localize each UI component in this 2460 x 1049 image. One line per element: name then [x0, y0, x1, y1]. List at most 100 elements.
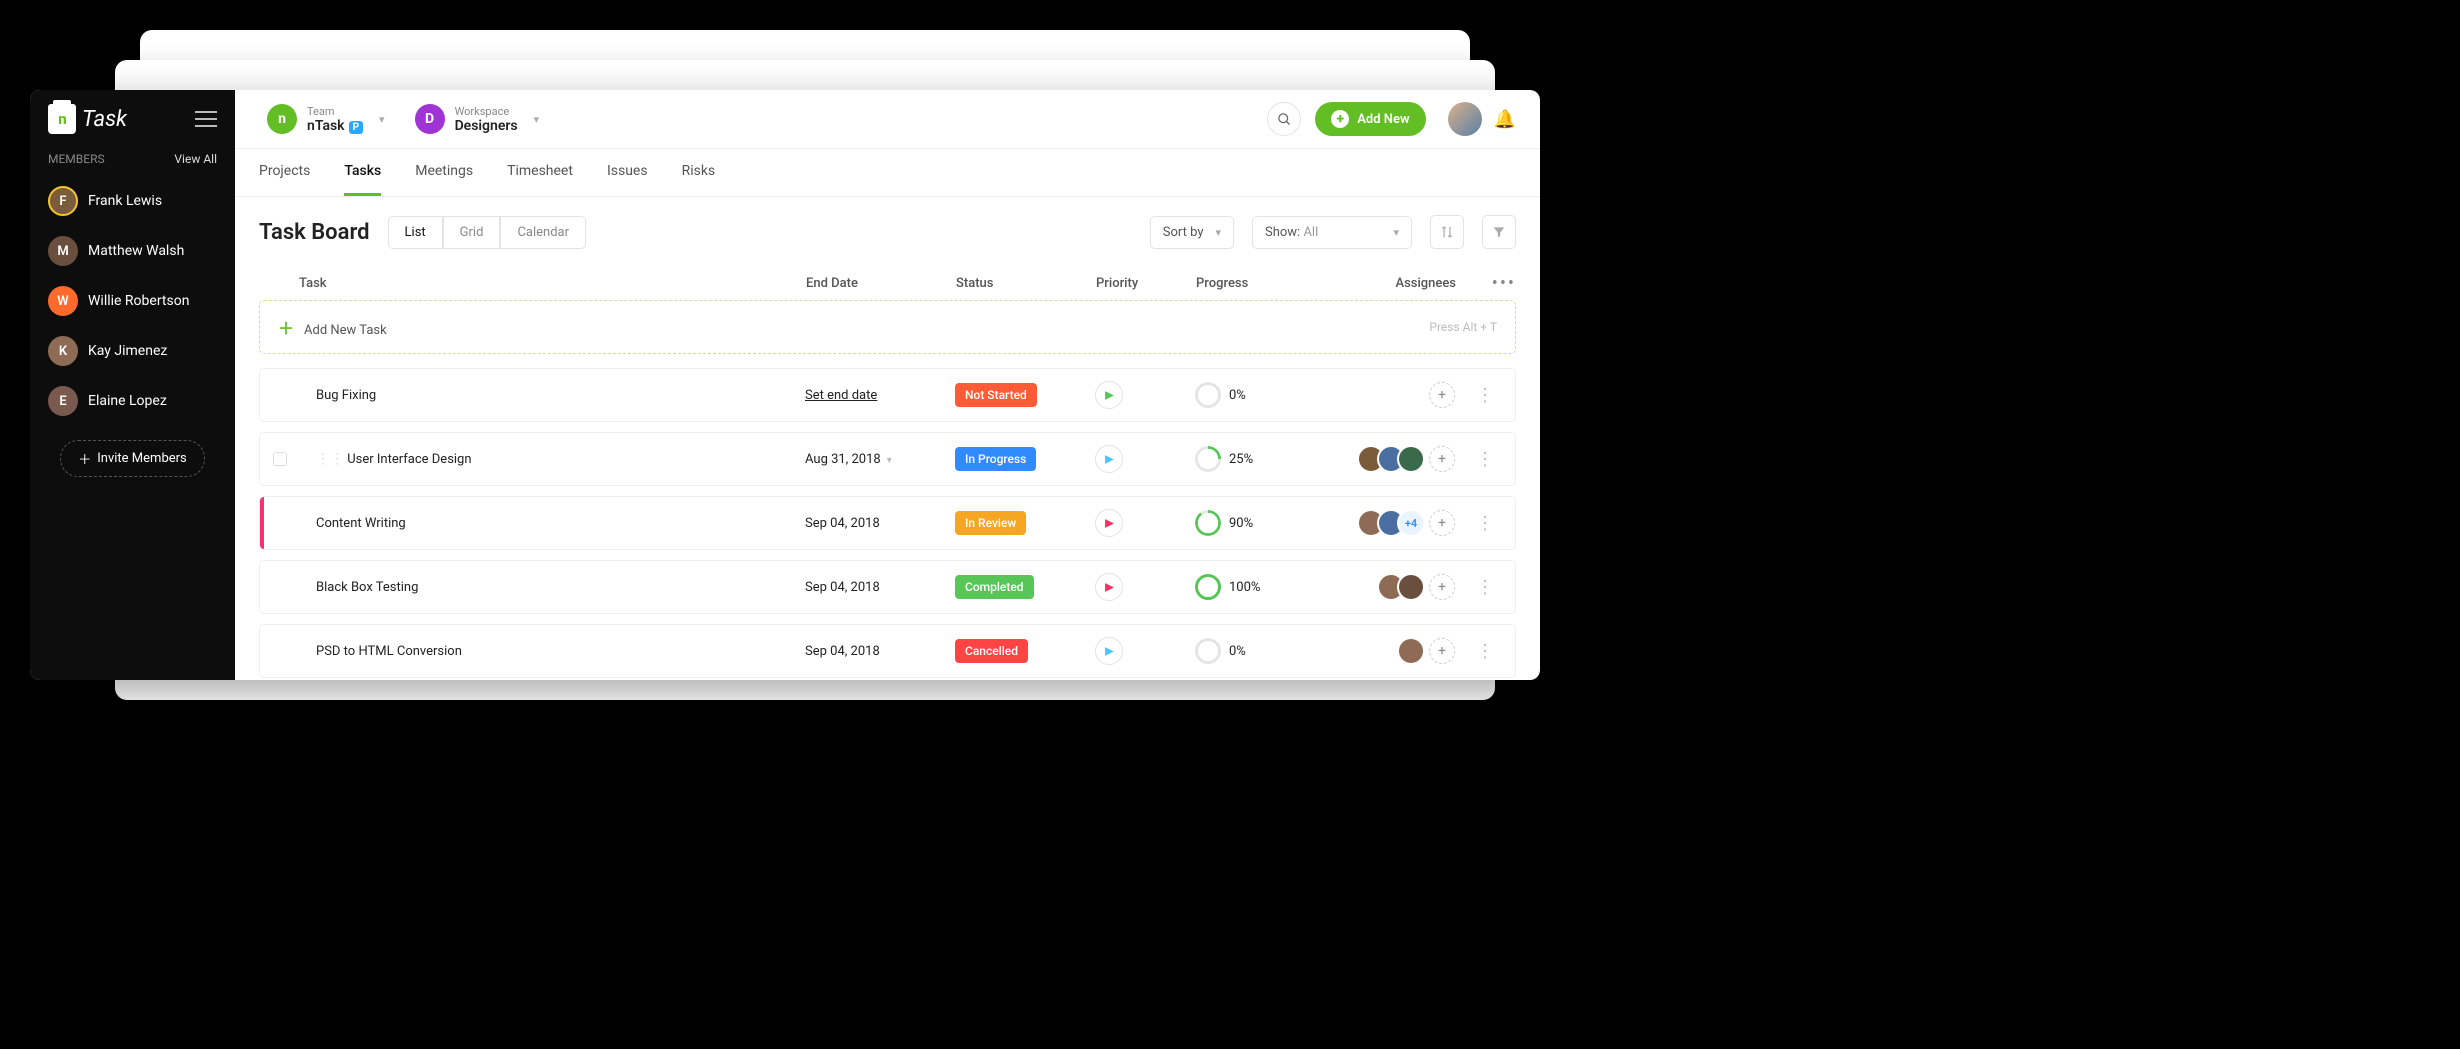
end-date[interactable]: Set end date: [805, 388, 955, 403]
invite-members-button[interactable]: ＋ Invite Members: [60, 440, 205, 477]
workspace-label: Workspace: [455, 105, 518, 118]
end-date[interactable]: Aug 31, 2018▾: [805, 452, 955, 467]
avatar: E: [48, 386, 78, 416]
col-progress: Progress: [1196, 276, 1316, 291]
tab-risks[interactable]: Risks: [682, 149, 716, 196]
sidebar-member[interactable]: WWillie Robertson: [30, 276, 235, 326]
end-date[interactable]: Sep 04, 2018: [805, 580, 955, 595]
add-new-button[interactable]: + Add New: [1315, 102, 1425, 136]
current-user-avatar[interactable]: [1448, 102, 1482, 136]
task-name: Black Box Testing: [300, 580, 805, 595]
view-list[interactable]: List: [388, 216, 443, 249]
sidebar-member[interactable]: E Elaine Lopez: [30, 376, 235, 426]
task-row[interactable]: Bug FixingSet end dateNot Started0%+⋮: [259, 368, 1516, 422]
assignee-avatar[interactable]: [1397, 573, 1425, 601]
brand-logo[interactable]: n Task: [48, 104, 127, 134]
breadcrumb-workspace[interactable]: D Workspace Designers ▾: [407, 100, 558, 138]
status-badge[interactable]: Not Started: [955, 383, 1037, 407]
row-menu[interactable]: ⋮: [1455, 513, 1515, 534]
progress-value: 0%: [1229, 388, 1246, 403]
add-assignee-button[interactable]: +: [1429, 638, 1455, 664]
status-badge[interactable]: Cancelled: [955, 639, 1028, 663]
avatar: K: [48, 336, 78, 366]
task-row[interactable]: PSD to HTML ConversionSep 04, 2018Cancel…: [259, 624, 1516, 678]
status-badge[interactable]: In Progress: [955, 447, 1036, 471]
progress-cell[interactable]: 0%: [1195, 638, 1315, 664]
sort-by-select[interactable]: Sort by▾: [1150, 216, 1234, 249]
progress-cell[interactable]: 0%: [1195, 382, 1315, 408]
add-task-row[interactable]: ＋Add New Task Press Alt + T: [259, 300, 1516, 354]
progress-cell[interactable]: 90%: [1195, 510, 1315, 536]
row-menu[interactable]: ⋮: [1455, 641, 1515, 662]
columns-menu[interactable]: •••: [1456, 273, 1516, 294]
reorder-icon: [1440, 225, 1454, 239]
view-grid[interactable]: Grid: [443, 216, 501, 249]
status-badge[interactable]: In Review: [955, 511, 1026, 535]
breadcrumb-team[interactable]: n Team nTaskP ▾: [259, 100, 403, 138]
end-date[interactable]: Sep 04, 2018: [805, 516, 955, 531]
priority-flag[interactable]: [1095, 381, 1123, 409]
member-name: Elaine Lopez: [88, 393, 167, 409]
board-title: Task Board: [259, 220, 370, 245]
workspace-name: Designers: [455, 118, 518, 134]
search-icon: [1277, 112, 1292, 127]
tab-timesheet[interactable]: Timesheet: [507, 149, 573, 196]
row-menu[interactable]: ⋮: [1455, 577, 1515, 598]
tab-issues[interactable]: Issues: [607, 149, 648, 196]
topbar: n Team nTaskP ▾ D Workspace Designers ▾: [235, 90, 1540, 149]
avatar: W: [48, 286, 78, 316]
menu-icon[interactable]: [195, 106, 217, 132]
assignees-cell: +: [1315, 637, 1455, 665]
nav-tabs: Projects Tasks Meetings Timesheet Issues Risk…: [235, 149, 1540, 197]
task-name: PSD to HTML Conversion: [300, 644, 805, 659]
status-badge[interactable]: Completed: [955, 575, 1034, 599]
row-menu[interactable]: ⋮: [1455, 449, 1515, 470]
sidebar-member[interactable]: FFrank Lewis: [30, 176, 235, 226]
end-date[interactable]: Sep 04, 2018: [805, 644, 955, 659]
column-headers: Task End Date Status Priority Progress A…: [235, 267, 1540, 300]
sidebar-member[interactable]: MMatthew Walsh: [30, 226, 235, 276]
team-badge: P: [349, 121, 363, 134]
view-all-link[interactable]: View All: [174, 152, 217, 166]
row-checkbox[interactable]: [273, 452, 287, 466]
sidebar-member[interactable]: KKay Jimenez: [30, 326, 235, 376]
tab-tasks[interactable]: Tasks: [344, 149, 381, 196]
reorder-button[interactable]: [1430, 215, 1464, 249]
drag-handle-icon[interactable]: ⋮⋮: [316, 451, 344, 467]
task-row[interactable]: Black Box TestingSep 04, 2018Completed 10…: [259, 560, 1516, 614]
progress-cell[interactable]: 25%: [1195, 446, 1315, 472]
progress-value: 25%: [1229, 452, 1253, 467]
add-assignee-button[interactable]: +: [1429, 510, 1455, 536]
tab-projects[interactable]: Projects: [259, 149, 310, 196]
task-name: Content Writing: [300, 516, 805, 531]
show-filter-select[interactable]: Show: All ▾: [1252, 216, 1412, 249]
task-row[interactable]: Content WritingSep 04, 2018In Review 90% +…: [259, 496, 1516, 550]
priority-flag[interactable]: [1095, 573, 1123, 601]
assignee-avatar[interactable]: [1397, 637, 1425, 665]
assignee-more[interactable]: +4: [1397, 509, 1425, 537]
priority-flag[interactable]: [1095, 637, 1123, 665]
assignee-avatar[interactable]: [1397, 445, 1425, 473]
row-menu[interactable]: ⋮: [1455, 385, 1515, 406]
chevron-down-icon: ▾: [534, 113, 540, 126]
avatar: F: [48, 186, 78, 216]
priority-flag[interactable]: [1095, 509, 1123, 537]
add-assignee-button[interactable]: +: [1429, 446, 1455, 472]
filter-button[interactable]: [1482, 215, 1516, 249]
board-toolbar: Task Board ListGridCalendar Sort by▾ Sho…: [235, 197, 1540, 267]
view-calendar[interactable]: Calendar: [500, 216, 586, 249]
bell-icon[interactable]: 🔔: [1494, 109, 1516, 130]
plus-icon: +: [1331, 110, 1349, 128]
tab-meetings[interactable]: Meetings: [415, 149, 473, 196]
search-button[interactable]: [1267, 102, 1301, 136]
priority-flag[interactable]: [1095, 445, 1123, 473]
progress-cell[interactable]: 100%: [1195, 574, 1315, 600]
add-assignee-button[interactable]: +: [1429, 382, 1455, 408]
assignees-cell: +: [1315, 445, 1455, 473]
add-assignee-button[interactable]: +: [1429, 574, 1455, 600]
col-end-date: End Date: [806, 276, 956, 291]
progress-ring-icon: [1195, 510, 1221, 536]
task-row[interactable]: ⋮⋮ User Interface DesignAug 31, 2018▾In …: [259, 432, 1516, 486]
progress-value: 100%: [1229, 580, 1260, 595]
brand-name: Task: [82, 107, 127, 132]
